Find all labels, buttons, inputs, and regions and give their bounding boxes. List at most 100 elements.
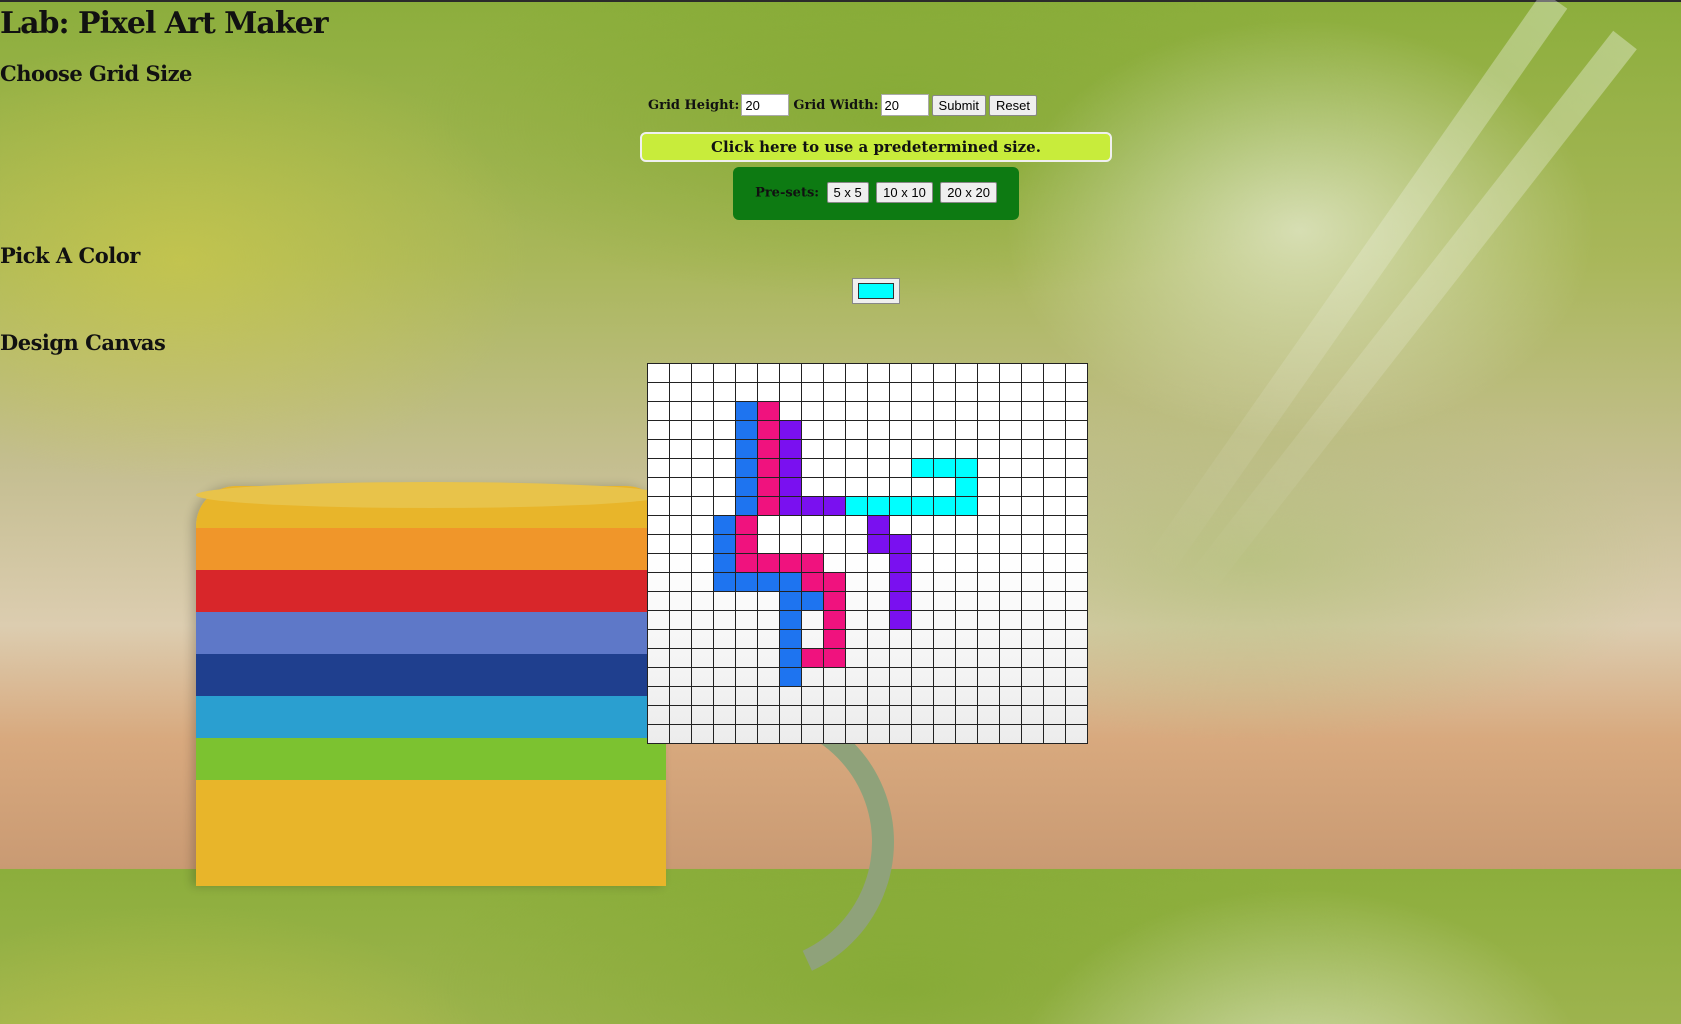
canvas-cell[interactable] [933,439,956,459]
canvas-cell[interactable] [999,572,1022,592]
canvas-cell[interactable] [999,553,1022,573]
canvas-cell[interactable] [757,420,780,440]
canvas-cell[interactable] [713,496,736,516]
canvas-cell[interactable] [911,553,934,573]
canvas-cell[interactable] [823,458,846,478]
canvas-cell[interactable] [713,515,736,535]
canvas-cell[interactable] [691,705,714,725]
canvas-cell[interactable] [713,591,736,611]
canvas-cell[interactable] [691,667,714,687]
canvas-cell[interactable] [867,667,890,687]
canvas-cell[interactable] [867,553,890,573]
canvas-cell[interactable] [647,610,670,630]
canvas-cell[interactable] [955,724,978,744]
canvas-cell[interactable] [735,686,758,706]
canvas-cell[interactable] [1065,458,1088,478]
canvas-cell[interactable] [713,363,736,383]
canvas-cell[interactable] [757,439,780,459]
canvas-cell[interactable] [845,705,868,725]
canvas-cell[interactable] [911,667,934,687]
canvas-cell[interactable] [867,534,890,554]
canvas-cell[interactable] [779,477,802,497]
canvas-cell[interactable] [757,705,780,725]
canvas-cell[interactable] [933,363,956,383]
canvas-cell[interactable] [647,401,670,421]
canvas-cell[interactable] [867,458,890,478]
canvas-cell[interactable] [911,401,934,421]
canvas-cell[interactable] [691,686,714,706]
canvas-cell[interactable] [757,363,780,383]
canvas-cell[interactable] [999,591,1022,611]
canvas-cell[interactable] [1065,382,1088,402]
canvas-cell[interactable] [845,496,868,516]
canvas-cell[interactable] [801,686,824,706]
canvas-cell[interactable] [889,667,912,687]
canvas-cell[interactable] [647,667,670,687]
canvas-cell[interactable] [933,515,956,535]
canvas-cell[interactable] [1065,591,1088,611]
canvas-cell[interactable] [1021,667,1044,687]
canvas-cell[interactable] [735,534,758,554]
canvas-cell[interactable] [933,458,956,478]
canvas-cell[interactable] [757,667,780,687]
canvas-cell[interactable] [823,439,846,459]
canvas-cell[interactable] [999,534,1022,554]
canvas-cell[interactable] [647,591,670,611]
predetermined-size-toggle[interactable]: Click here to use a predetermined size. [640,132,1112,162]
canvas-cell[interactable] [1021,724,1044,744]
canvas-cell[interactable] [669,667,692,687]
canvas-cell[interactable] [713,477,736,497]
canvas-cell[interactable] [867,705,890,725]
canvas-cell[interactable] [999,458,1022,478]
canvas-cell[interactable] [977,534,1000,554]
canvas-cell[interactable] [823,591,846,611]
canvas-cell[interactable] [801,382,824,402]
canvas-cell[interactable] [889,382,912,402]
canvas-cell[interactable] [889,686,912,706]
canvas-cell[interactable] [845,629,868,649]
canvas-cell[interactable] [735,382,758,402]
canvas-cell[interactable] [779,458,802,478]
canvas-cell[interactable] [823,667,846,687]
canvas-cell[interactable] [955,458,978,478]
canvas-cell[interactable] [889,553,912,573]
canvas-cell[interactable] [955,401,978,421]
canvas-cell[interactable] [867,420,890,440]
canvas-cell[interactable] [977,420,1000,440]
canvas-cell[interactable] [999,515,1022,535]
canvas-cell[interactable] [691,458,714,478]
canvas-cell[interactable] [867,382,890,402]
canvas-cell[interactable] [977,515,1000,535]
canvas-cell[interactable] [647,648,670,668]
canvas-cell[interactable] [999,629,1022,649]
canvas-cell[interactable] [669,458,692,478]
canvas-cell[interactable] [933,629,956,649]
canvas-cell[interactable] [1065,572,1088,592]
canvas-cell[interactable] [823,515,846,535]
canvas-cell[interactable] [1065,439,1088,459]
canvas-cell[interactable] [933,401,956,421]
canvas-cell[interactable] [713,572,736,592]
canvas-cell[interactable] [867,439,890,459]
preset-20x20-button[interactable]: 20 x 20 [940,182,997,203]
canvas-cell[interactable] [845,610,868,630]
canvas-cell[interactable] [933,648,956,668]
canvas-cell[interactable] [1065,477,1088,497]
canvas-cell[interactable] [845,420,868,440]
canvas-cell[interactable] [933,420,956,440]
canvas-cell[interactable] [779,496,802,516]
canvas-cell[interactable] [845,648,868,668]
canvas-cell[interactable] [1043,515,1066,535]
canvas-cell[interactable] [801,439,824,459]
canvas-cell[interactable] [1021,496,1044,516]
canvas-cell[interactable] [977,648,1000,668]
canvas-cell[interactable] [889,610,912,630]
canvas-cell[interactable] [691,610,714,630]
canvas-cell[interactable] [867,401,890,421]
canvas-cell[interactable] [669,648,692,668]
canvas-cell[interactable] [801,477,824,497]
canvas-cell[interactable] [735,458,758,478]
canvas-cell[interactable] [867,363,890,383]
canvas-cell[interactable] [647,724,670,744]
canvas-cell[interactable] [713,553,736,573]
